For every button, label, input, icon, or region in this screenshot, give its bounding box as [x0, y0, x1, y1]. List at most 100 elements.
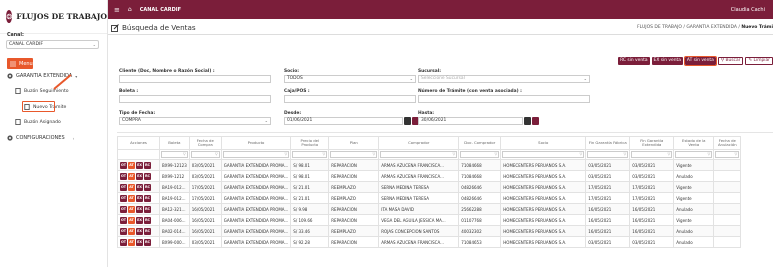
filter-icon[interactable]: ▽ [373, 152, 376, 156]
table-row[interactable]: OT AT EX RC BX99-1212 03/05/2021 GARANTIA EXTE… [117, 170, 742, 182]
column-header[interactable]: Precio del Producto [290, 136, 330, 150]
socio-select[interactable]: TODOS ⌄ [284, 75, 416, 83]
column-filter-input[interactable]: ▽ [161, 151, 188, 158]
column-filter-input[interactable]: ▽ [675, 151, 713, 158]
row-action-ot-button[interactable]: OT [120, 216, 127, 224]
row-action-ex-button[interactable]: EX [136, 172, 143, 180]
column-header[interactable]: Boleta [159, 136, 190, 150]
clear-date-icon[interactable] [532, 117, 539, 125]
canal-select[interactable]: CANAL CARDIF ⌄ [6, 40, 99, 49]
row-action-at-button[interactable]: AT [128, 238, 135, 246]
row-action-at-button[interactable]: AT [128, 161, 135, 169]
table-row[interactable]: OT AT EX RC BX99-000... 03/05/2021 GARANTIA EX… [117, 236, 742, 248]
column-header[interactable]: Fin Garantía Fábrica [585, 136, 631, 150]
sidebar-item-buzon-seguimiento[interactable]: Buzón Seguimiento [15, 88, 69, 94]
row-action-ot-button[interactable]: OT [120, 183, 127, 191]
row-action-at-button[interactable]: AT [128, 216, 135, 224]
column-filter-input[interactable]: ▽ [460, 151, 500, 158]
row-action-ot-button[interactable]: OT [120, 194, 127, 202]
filter-icon[interactable]: ▽ [215, 152, 218, 156]
row-action-at-button[interactable]: AT [128, 205, 135, 213]
row-action-rc-button[interactable]: RC [144, 238, 151, 246]
table-row[interactable]: OT AT EX RC BX99-12123 03/05/2021 GARANTIA EXT… [117, 159, 742, 171]
column-header[interactable]: Fecha de Compra [188, 136, 222, 150]
column-filter-input[interactable]: ▽ [380, 151, 458, 158]
row-action-ex-button[interactable]: EX [136, 238, 143, 246]
filter-icon[interactable]: ▽ [453, 152, 456, 156]
hasta-input[interactable]: 30/06/2021 [418, 117, 523, 125]
column-header[interactable]: Socio [500, 136, 587, 150]
user-name[interactable]: Claudia Cachi [731, 7, 765, 13]
row-action-ex-button[interactable]: EX [136, 205, 143, 213]
sidebar-group-configuraciones[interactable]: CONFIGURACIONES ‹ [7, 135, 74, 141]
table-row[interactable]: OT AT EX RC BA12-321... 16/05/2021 GARANTIA EX… [117, 203, 742, 215]
row-action-ex-button[interactable]: EX [136, 216, 143, 224]
column-header[interactable]: Comprador [378, 136, 460, 150]
cliente-input[interactable] [119, 75, 271, 83]
sidebar-item-buzon-asignado[interactable]: Buzón Asignado [15, 119, 61, 125]
filter-icon[interactable]: ▽ [323, 152, 326, 156]
rc-sin-venta-button[interactable]: RC sin venta [618, 57, 650, 65]
column-filter-input[interactable]: ▽ [631, 151, 673, 158]
ex-sin-venta-button[interactable]: EX sin venta [651, 57, 683, 65]
menu-button[interactable]: Menu [7, 58, 33, 69]
row-action-rc-button[interactable]: RC [144, 183, 151, 191]
boleta-input[interactable] [119, 95, 271, 103]
filter-icon[interactable]: ▽ [624, 152, 627, 156]
column-header[interactable]: Producto [220, 136, 292, 150]
at-sin-venta-button[interactable]: AT sin venta [683, 56, 717, 66]
column-header[interactable]: Estado de la Venta [673, 136, 715, 150]
row-action-at-button[interactable]: AT [128, 172, 135, 180]
row-action-ot-button[interactable]: OT [120, 161, 127, 169]
filter-icon[interactable]: ▽ [580, 152, 583, 156]
table-row[interactable]: OT AT EX RC BA02-014... 16/05/2021 GARANTIA EX… [117, 225, 742, 237]
row-action-rc-button[interactable]: RC [144, 227, 151, 235]
filter-icon[interactable]: ▽ [668, 152, 671, 156]
row-action-at-button[interactable]: AT [128, 227, 135, 235]
calendar-icon[interactable] [524, 117, 531, 125]
hamburger-icon[interactable]: ≡ [114, 6, 120, 14]
row-action-ex-button[interactable]: EX [136, 194, 143, 202]
table-row[interactable]: OT AT EX RC BA04-006... 16/05/2021 GARANTIA EX… [117, 214, 742, 226]
row-action-rc-button[interactable]: RC [144, 205, 151, 213]
row-action-ot-button[interactable]: OT [120, 205, 127, 213]
home-icon[interactable]: ⌂ [128, 6, 132, 13]
row-action-ot-button[interactable]: OT [120, 172, 127, 180]
caja-input[interactable] [284, 95, 416, 103]
search-button[interactable]: ⚲ Buscar [717, 57, 744, 65]
table-row[interactable]: OT AT EX RC BA19-012... 17/05/2021 GARANTIA EX… [117, 181, 742, 193]
row-action-ex-button[interactable]: EX [136, 227, 143, 235]
row-action-at-button[interactable]: AT [128, 183, 135, 191]
column-header[interactable]: Acciones [117, 136, 160, 150]
calendar-icon[interactable] [404, 117, 411, 125]
tipo-fecha-select[interactable]: COMPRA ⌄ [119, 117, 271, 125]
row-action-ex-button[interactable]: EX [136, 161, 143, 169]
column-header[interactable]: Doc. Comprador [458, 136, 502, 150]
filter-icon[interactable]: ▽ [285, 152, 288, 156]
column-filter-input[interactable]: ▽ [190, 151, 220, 158]
column-filter-input[interactable]: ▽ [330, 151, 378, 158]
column-header[interactable]: Fecha de Anulación [713, 136, 742, 150]
row-action-at-button[interactable]: AT [128, 194, 135, 202]
desde-input[interactable]: 01/06/2021 [284, 117, 403, 125]
row-action-ot-button[interactable]: OT [120, 238, 127, 246]
sucursal-select[interactable]: Seleccione Sucursal ⌄ [418, 75, 590, 83]
table-row[interactable]: OT AT EX RC BA19-012... 17/05/2021 GARANTIA EX… [117, 192, 742, 204]
column-filter-input[interactable]: ▽ [587, 151, 629, 158]
row-action-ex-button[interactable]: EX [136, 183, 143, 191]
column-header[interactable]: Plan [328, 136, 380, 150]
column-filter-input[interactable]: ▽ [222, 151, 290, 158]
filter-icon[interactable]: ▽ [735, 152, 738, 156]
row-action-rc-button[interactable]: RC [144, 172, 151, 180]
tramite-input[interactable] [418, 95, 590, 103]
column-header[interactable]: Fin Garantía Extendida [629, 136, 675, 150]
column-filter-input[interactable]: ▽ [715, 151, 740, 158]
column-filter-input[interactable]: ▽ [292, 151, 328, 158]
row-action-rc-button[interactable]: RC [144, 216, 151, 224]
filter-icon[interactable]: ▽ [183, 152, 186, 156]
row-action-rc-button[interactable]: RC [144, 161, 151, 169]
row-action-rc-button[interactable]: RC [144, 194, 151, 202]
column-filter-input[interactable]: ▽ [502, 151, 585, 158]
row-action-ot-button[interactable]: OT [120, 227, 127, 235]
filter-icon[interactable]: ▽ [708, 152, 711, 156]
